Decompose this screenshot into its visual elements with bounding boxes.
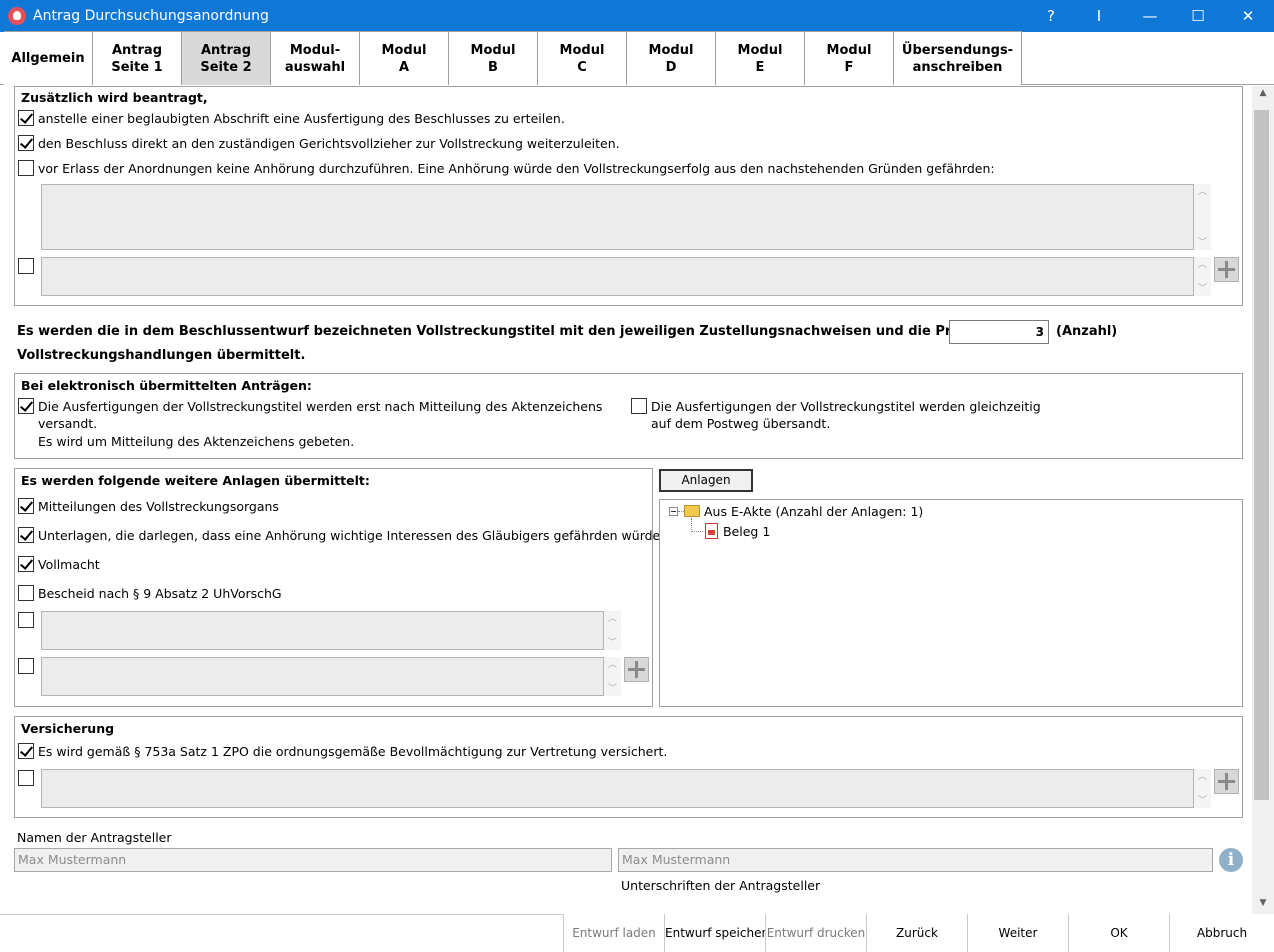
tree-child-label[interactable]: Beleg 1 <box>723 523 770 540</box>
zusaetzlich-option-3-checkbox[interactable] <box>18 160 34 176</box>
tab-modul-e[interactable]: Modul E <box>715 31 805 85</box>
entwurf-speichern-button[interactable]: Entwurf speichern <box>664 914 774 952</box>
zusaetzlich-option-1-checkbox[interactable] <box>18 110 34 126</box>
entwurf-laden-button[interactable]: Entwurf laden <box>563 914 664 952</box>
unterschriften-label: Unterschriften der Antragsteller <box>621 878 821 893</box>
scroll-down-icon[interactable]: ▼ <box>1252 898 1274 908</box>
anlagen-extra-2-scrollbar[interactable] <box>604 657 621 696</box>
versicherung-extra-scrollbar[interactable] <box>1194 769 1211 808</box>
anlagen-option-3-checkbox[interactable] <box>18 556 34 572</box>
versicherung-title: Versicherung <box>21 721 115 736</box>
versicherung-label: Es wird gemäß § 753a Satz 1 ZPO die ordn… <box>38 744 668 759</box>
tab-modul-d[interactable]: Modul D <box>626 31 716 85</box>
add-row-plus-icon[interactable] <box>1214 257 1239 282</box>
zusaetzlich-title: Zusätzlich wird beantragt, <box>21 90 208 105</box>
tab-allgemein[interactable]: Allgemein <box>4 31 93 85</box>
elektronisch-left-line1: Die Ausfertigungen der Vollstreckungstit… <box>38 399 603 414</box>
ok-button[interactable]: OK <box>1068 914 1169 952</box>
anlagen-extra-1-textarea[interactable] <box>41 611 604 650</box>
anlagen-extra-1-checkbox[interactable] <box>18 612 34 628</box>
weiter-button[interactable]: Weiter <box>967 914 1068 952</box>
antragsteller-name-input[interactable]: Max Mustermann <box>14 848 612 872</box>
versicherung-extra-checkbox[interactable] <box>18 770 34 786</box>
minimize-button[interactable]: — <box>1126 0 1174 32</box>
tab-antrag-seite-1[interactable]: Antrag Seite 1 <box>92 31 182 85</box>
anlagen-extra-2-checkbox[interactable] <box>18 658 34 674</box>
zusaetzlich-option-2-checkbox[interactable] <box>18 135 34 151</box>
anlagen-extra-1-scrollbar[interactable] <box>604 611 621 650</box>
tree-root-label[interactable]: Aus E-Akte (Anzahl der Anlagen: 1) <box>704 503 923 520</box>
add-anlage-plus-icon[interactable] <box>624 657 649 682</box>
titel-unit: (Anzahl) <box>1056 324 1118 339</box>
tree-collapse-icon[interactable] <box>669 507 678 516</box>
versicherung-checkbox[interactable] <box>18 743 34 759</box>
open-folder-icon <box>684 505 700 517</box>
anlagen-option-2-checkbox[interactable] <box>18 527 34 543</box>
elektronisch-left-line3: Es wird um Mitteilung des Aktenzeichens … <box>38 434 355 449</box>
maximize-button[interactable]: ☐ <box>1174 0 1222 32</box>
zusaetzlich-extra-textarea[interactable] <box>41 257 1194 296</box>
zurueck-button[interactable]: Zurück <box>866 914 967 952</box>
anlagen-button[interactable]: Anlagen <box>659 469 753 492</box>
scroll-up-icon[interactable]: ▲ <box>1252 88 1274 98</box>
elektronisch-title: Bei elektronisch übermittelten Anträgen: <box>21 378 312 393</box>
anlagen-title: Es werden folgende weitere Anlagen überm… <box>21 473 370 488</box>
zusaetzlich-option-1-label: anstelle einer beglaubigten Abschrift ei… <box>38 111 565 126</box>
zusaetzlich-option-2-label: den Beschluss direkt an den zuständigen … <box>38 136 620 151</box>
abbruch-button[interactable]: Abbruch <box>1169 914 1274 952</box>
elektronisch-left-checkbox[interactable] <box>18 398 34 414</box>
tab-modul-f[interactable]: Modul F <box>804 31 894 85</box>
protokolle-count-input[interactable]: 3 <box>949 320 1049 344</box>
tab-antrag-seite-2[interactable]: Antrag Seite 2 <box>181 31 271 85</box>
anlagen-extra-2-textarea[interactable] <box>41 657 604 696</box>
namen-label: Namen der Antragsteller <box>17 830 172 845</box>
anlagen-option-1-checkbox[interactable] <box>18 498 34 514</box>
tab-uebersendungsanschreiben[interactable]: Übersendungs- anschreiben <box>893 31 1022 85</box>
tab-modulauswahl[interactable]: Modul- auswahl <box>270 31 360 85</box>
elektronisch-right-checkbox[interactable] <box>631 398 647 414</box>
zusaetzlich-extra-checkbox[interactable] <box>18 258 34 274</box>
anlagen-option-2-label: Unterlagen, die darlegen, dass eine Anhö… <box>38 528 661 543</box>
elektronisch-left-line2: versandt. <box>38 416 98 431</box>
titel-text-before: Es werden die in dem Beschlussentwurf be… <box>17 324 1049 339</box>
anlagen-option-1-label: Mitteilungen des Vollstreckungsorgans <box>38 499 279 514</box>
unterschrift-input[interactable]: Max Mustermann <box>618 848 1213 872</box>
pdf-file-icon <box>705 523 718 539</box>
main-scrollbar-thumb[interactable] <box>1254 110 1269 800</box>
entwurf-drucken-button[interactable]: Entwurf drucken <box>765 914 866 952</box>
anlagen-option-3-label: Vollmacht <box>38 557 100 572</box>
zusaetzlich-option-3-label: vor Erlass der Anordnungen keine Anhörun… <box>38 161 995 176</box>
tree-connector-child <box>691 518 703 532</box>
anhoerung-reasons-textarea[interactable] <box>41 184 1194 250</box>
zusaetzlich-extra-scrollbar[interactable] <box>1194 257 1211 296</box>
titel-text-after: Vollstreckungshandlungen übermittelt. <box>17 348 306 363</box>
help-icon[interactable]: ? <box>1027 0 1075 32</box>
anlagen-option-4-checkbox[interactable] <box>18 585 34 601</box>
anhoerung-reasons-scrollbar[interactable] <box>1194 184 1211 250</box>
window-title: Antrag Durchsuchungsanordnung <box>33 8 269 24</box>
elektronisch-right-line2: auf dem Postweg übersandt. <box>651 416 831 431</box>
tab-modul-b[interactable]: Modul B <box>448 31 538 85</box>
elektronisch-right-line1: Die Ausfertigungen der Vollstreckungstit… <box>651 399 1041 414</box>
info-icon[interactable]: i <box>1219 848 1243 872</box>
anlagen-option-4-label: Bescheid nach § 9 Absatz 2 UhVorschG <box>38 586 282 601</box>
add-versicherung-plus-icon[interactable] <box>1214 769 1239 794</box>
tab-modul-a[interactable]: Modul A <box>359 31 449 85</box>
app-icon <box>8 7 26 25</box>
versicherung-extra-textarea[interactable] <box>41 769 1194 808</box>
tab-modul-c[interactable]: Modul C <box>537 31 627 85</box>
text-cursor-icon[interactable]: I <box>1075 0 1123 32</box>
close-button[interactable]: ✕ <box>1224 0 1272 32</box>
